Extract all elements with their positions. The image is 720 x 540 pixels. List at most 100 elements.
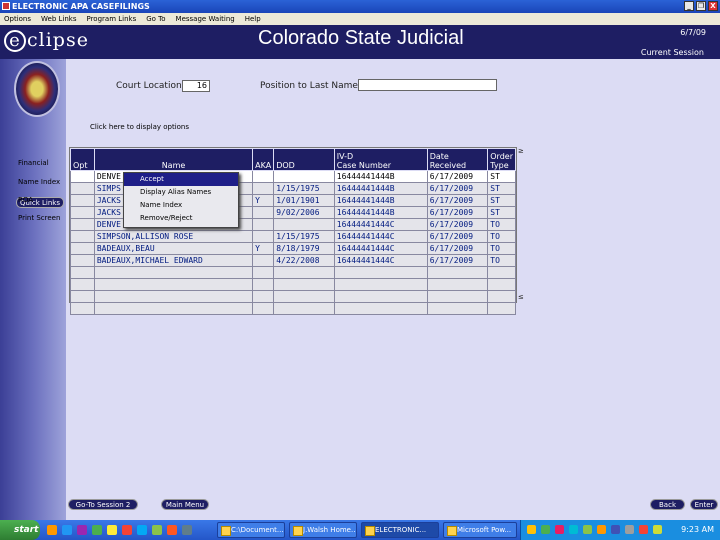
empty-cell xyxy=(93,302,254,315)
table-row[interactable]: SIMPSON,ALLISON ROSE 1/15/1975 16444441444… xyxy=(70,230,516,243)
cell-case-number: 16444441444B xyxy=(333,206,428,219)
cell-opt[interactable] xyxy=(70,206,95,219)
empty-cell xyxy=(70,290,95,303)
task-browser[interactable]: J.Walsh Home... xyxy=(289,522,357,538)
position-last-name-input[interactable] xyxy=(358,79,497,91)
quicklaunch-icon[interactable] xyxy=(167,525,177,535)
grid-scroll-indicator[interactable]: ≥ ≤ xyxy=(518,147,526,303)
tray-icon[interactable] xyxy=(653,525,662,534)
tray-icon[interactable] xyxy=(611,525,620,534)
context-accept[interactable]: Accept xyxy=(124,173,238,186)
empty-table-row xyxy=(70,302,516,315)
menu-help[interactable]: Help xyxy=(245,13,261,25)
cell-opt[interactable] xyxy=(70,230,95,243)
context-remove-reject[interactable]: Remove/Reject xyxy=(124,212,238,225)
cell-date-received: 6/17/2009 xyxy=(426,170,489,183)
menu-program-links[interactable]: Program Links xyxy=(86,13,136,25)
menu-message-waiting[interactable]: Message Waiting xyxy=(176,13,235,25)
tray-icon[interactable] xyxy=(625,525,634,534)
close-button[interactable]: X xyxy=(708,1,718,11)
empty-cell xyxy=(252,266,275,279)
cell-opt[interactable] xyxy=(70,254,95,267)
scroll-top-arrow[interactable]: ≥ xyxy=(518,147,524,155)
quicklaunch-icon[interactable] xyxy=(137,525,147,535)
display-options-link[interactable]: Click here to display options xyxy=(90,123,189,131)
quicklaunch-icon[interactable] xyxy=(107,525,117,535)
menu-options[interactable]: Options xyxy=(4,13,31,25)
cell-aka xyxy=(252,206,275,219)
sidebar-item-name-index[interactable]: Name Index xyxy=(18,178,60,186)
task-powerpoint[interactable]: Microsoft Pow... xyxy=(443,522,517,538)
quicklaunch-icon[interactable] xyxy=(47,525,57,535)
cell-dod: 1/01/1901 xyxy=(273,194,335,207)
cell-name: BADEAUX,BEAU xyxy=(93,242,254,255)
goto-session-button[interactable]: Go-To Session 2 xyxy=(68,499,138,510)
start-button[interactable]: start xyxy=(0,520,40,540)
cell-case-number: 16444441444C xyxy=(333,230,428,243)
restore-button[interactable]: ❐ xyxy=(696,1,706,11)
cell-opt[interactable] xyxy=(70,182,95,195)
empty-table-row xyxy=(70,266,516,279)
cell-aka: Y xyxy=(252,194,275,207)
quicklaunch-icon[interactable] xyxy=(77,525,87,535)
cell-opt[interactable] xyxy=(70,194,95,207)
tray-icon[interactable] xyxy=(527,525,536,534)
back-button[interactable]: Back xyxy=(650,499,685,510)
tray-icon[interactable] xyxy=(597,525,606,534)
empty-cell xyxy=(70,266,95,279)
tray-icon[interactable] xyxy=(541,525,550,534)
table-row[interactable]: BADEAUX,MICHAEL EDWARD 4/22/2008 164444414… xyxy=(70,254,516,267)
tray-icon[interactable] xyxy=(569,525,578,534)
task-eclipse[interactable]: ELECTRONIC... xyxy=(361,522,439,538)
empty-cell xyxy=(252,302,275,315)
court-location-input[interactable]: 16 xyxy=(182,80,210,92)
state-seal-logo xyxy=(14,61,60,117)
context-name-index[interactable]: Name Index xyxy=(124,199,238,212)
menu-go-to[interactable]: Go To xyxy=(146,13,165,25)
col-aka[interactable]: AKA xyxy=(252,148,275,171)
col-order-type[interactable]: Order Type xyxy=(487,148,516,171)
cell-opt[interactable] xyxy=(70,218,95,231)
sidebar-item-financial[interactable]: Financial xyxy=(18,159,49,167)
main-menu-button[interactable]: Main Menu xyxy=(161,499,209,510)
sidebar: Quick Links Financial Name Index ROA Pri… xyxy=(0,59,66,520)
cell-aka xyxy=(252,254,275,267)
current-date: 6/7/09 xyxy=(680,28,706,37)
cell-order-type: ST xyxy=(487,182,516,195)
empty-cell xyxy=(273,278,335,291)
col-opt[interactable]: Opt xyxy=(70,148,95,171)
position-last-name-label: Position to Last Name: xyxy=(260,81,361,91)
quicklaunch-icon[interactable] xyxy=(62,525,72,535)
logo-letter: e xyxy=(4,30,26,52)
quicklaunch-icon[interactable] xyxy=(92,525,102,535)
quicklaunch-icon[interactable] xyxy=(182,525,192,535)
cell-opt[interactable] xyxy=(70,170,95,183)
col-name[interactable]: Name xyxy=(93,148,254,171)
menu-web-links[interactable]: Web Links xyxy=(41,13,76,25)
task-explorer[interactable]: C:\Document... xyxy=(217,522,285,538)
empty-cell xyxy=(333,302,428,315)
enter-button[interactable]: Enter xyxy=(690,499,718,510)
cell-order-type: TO xyxy=(487,230,516,243)
logo-text: clipse xyxy=(27,29,89,51)
cell-opt[interactable] xyxy=(70,242,95,255)
quicklaunch-icon[interactable] xyxy=(122,525,132,535)
context-display-alias-names[interactable]: Display Alias Names xyxy=(124,186,238,199)
col-date-received[interactable]: Date Received xyxy=(426,148,489,171)
scroll-bottom-arrow[interactable]: ≤ xyxy=(518,293,524,301)
quicklaunch-icon[interactable] xyxy=(152,525,162,535)
empty-cell xyxy=(273,290,335,303)
col-case-number[interactable]: IV-D Case Number xyxy=(333,148,428,171)
tray-icon[interactable] xyxy=(639,525,648,534)
title-bar[interactable]: ELECTRONIC APA CASEFILINGS _ ❐ X xyxy=(0,0,720,13)
sidebar-item-roa[interactable]: ROA xyxy=(18,196,33,204)
tray-icon[interactable] xyxy=(555,525,564,534)
cell-dod xyxy=(273,218,335,231)
table-row[interactable]: BADEAUX,BEAU Y 8/18/1979 16444441444C 6/17/2… xyxy=(70,242,516,255)
sidebar-item-print-screen[interactable]: Print Screen xyxy=(18,214,60,222)
col-dod[interactable]: DOD xyxy=(273,148,335,171)
cell-dod: 1/15/1975 xyxy=(273,230,335,243)
empty-cell xyxy=(93,278,254,291)
tray-icon[interactable] xyxy=(583,525,592,534)
minimize-button[interactable]: _ xyxy=(684,1,694,11)
